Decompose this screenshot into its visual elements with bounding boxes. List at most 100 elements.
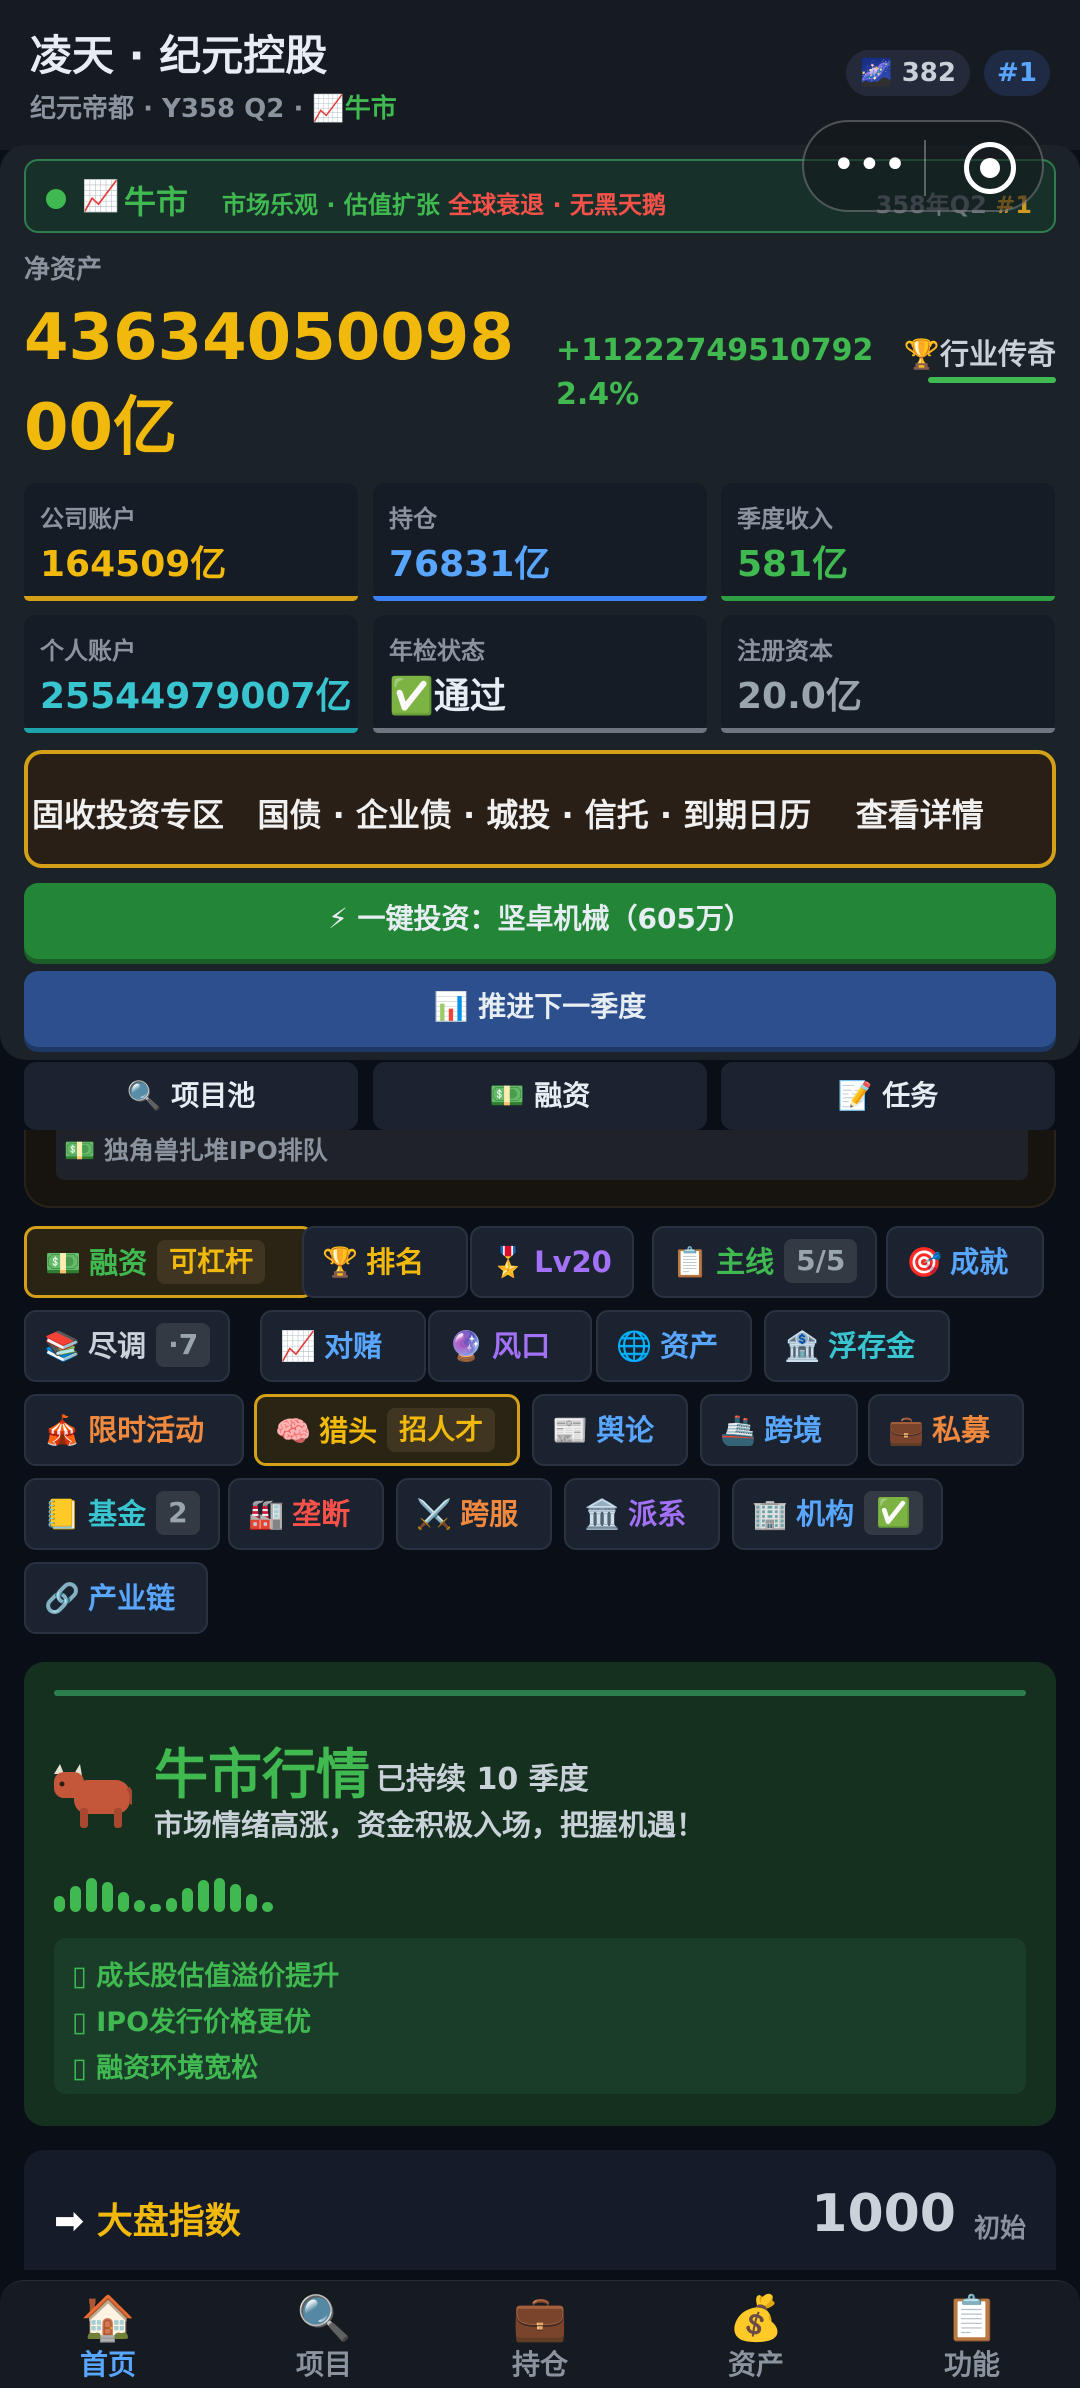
chip-label: 机构 [796, 1497, 855, 1531]
stars-badge[interactable]: 🌌 382 [846, 50, 970, 96]
index-value: 1000 [811, 2184, 956, 2244]
chip-badge: 可杠杆 [157, 1240, 266, 1284]
stat-card[interactable]: 持仓 76831亿 [373, 483, 707, 601]
quick-invest-button[interactable]: ⚡ 一键投资：坚卓机械（605万） [24, 883, 1056, 959]
chip-label: 资产 [660, 1329, 719, 1363]
briefcase-icon: 💼 [512, 2293, 568, 2344]
chip-headhunter[interactable]: 🧠 猎头 招人才 [254, 1394, 520, 1466]
nav-projects[interactable]: 🔍 项目 [216, 2293, 432, 2388]
stat-underline [373, 728, 707, 733]
ipo-news-text[interactable]: 💵 独角兽扎堆IPO排队 [56, 1130, 1028, 1180]
industry-rank[interactable]: 🏆行业传奇 [904, 331, 1056, 373]
chip-private-equity[interactable]: 💼 私募 [868, 1394, 1024, 1466]
chip-cross-server[interactable]: ⚔️ 跨服 [396, 1478, 552, 1550]
search-icon: 🔍 [126, 1079, 162, 1112]
chip-achievements[interactable]: 🎯 成就 [886, 1226, 1044, 1298]
chip-badge: 招人才 [387, 1408, 496, 1452]
chip-level[interactable]: 🎖️ Lv20 [470, 1226, 634, 1298]
close-miniapp-icon[interactable] [964, 142, 1016, 194]
change-percent: 2.4% [556, 377, 640, 412]
chip-cross-border[interactable]: 🚢 跨境 [700, 1394, 858, 1466]
market-status: 牛市 [344, 94, 397, 124]
cash-icon: 💵 [489, 1079, 525, 1112]
nav-label: 项目 [295, 2348, 352, 2381]
due-diligence-icon: 📚 [44, 1329, 81, 1363]
trend-icon: 🔮 [448, 1329, 485, 1363]
chip-due-diligence[interactable]: 📚 尽调 ·7 [24, 1310, 231, 1382]
nav-label: 持仓 [511, 2348, 568, 2381]
stat-card[interactable]: 年检状态 ✅通过 [373, 615, 707, 733]
stat-label: 持仓 [389, 505, 437, 533]
tab-financing[interactable]: 💵 融资 [373, 1062, 707, 1130]
chip-industry-chain[interactable]: 🔗 产业链 [24, 1562, 208, 1634]
stat-card[interactable]: 注册资本 20.0亿 [721, 615, 1055, 733]
house-icon: 🏠 [80, 2293, 136, 2344]
miniapp-capsule[interactable]: ••• [802, 120, 1044, 212]
market-label: 牛市 [124, 183, 189, 221]
trophy-icon: 🏆 [903, 337, 940, 371]
stat-underline [721, 728, 1055, 733]
nav-home[interactable]: 🏠 首页 [0, 2293, 216, 2388]
chip-monopoly[interactable]: 🏭 垄断 [228, 1478, 384, 1550]
chip-label: 派系 [628, 1497, 687, 1531]
index-title-text: 大盘指数 [96, 2201, 241, 2242]
fund-icon: 📒 [44, 1497, 81, 1531]
chip-label: 基金 [88, 1497, 147, 1531]
nav-assets[interactable]: 💰 资产 [648, 2293, 864, 2388]
main-quest-icon: 📋 [672, 1245, 709, 1279]
view-details-link[interactable]: 查看详情 [856, 796, 984, 834]
market-tag: 全球衰退 [448, 191, 545, 219]
stat-card[interactable]: 个人账户 25544979007亿 [24, 615, 358, 733]
effect-text: 融资环境宽松 [96, 2053, 259, 2084]
chip-main-quest[interactable]: 📋 主线 5/5 [652, 1226, 878, 1298]
chip-vam[interactable]: 📈 对赌 [260, 1310, 426, 1382]
chip-ranking[interactable]: 🏆 排名 [302, 1226, 468, 1298]
stat-label: 年检状态 [389, 637, 485, 665]
bottom-nav: 🏠 首页 🔍 项目 💼 持仓 💰 资产 📋 功能 [0, 2280, 1080, 2388]
stat-card[interactable]: 季度收入 581亿 [721, 483, 1055, 601]
stat-underline [24, 596, 358, 601]
chip-float[interactable]: 🏦 浮存金 [764, 1310, 950, 1382]
chip-institution[interactable]: 🏢 机构 ✅ [732, 1478, 943, 1550]
chip-public-opinion[interactable]: 📰 舆论 [532, 1394, 688, 1466]
fixed-income-title: 固收投资专区 [32, 796, 225, 834]
bull-icon [54, 1764, 132, 1828]
chip-assets[interactable]: 🌐 资产 [596, 1310, 752, 1382]
chip-badge: 2 [156, 1491, 200, 1535]
tab-project-pool[interactable]: 🔍 项目池 [24, 1062, 358, 1130]
chip-label: 跨服 [460, 1497, 519, 1531]
nav-holdings[interactable]: 💼 持仓 [432, 2293, 648, 2388]
next-quarter-button[interactable]: 📊 推进下一季度 [24, 971, 1056, 1047]
nav-functions[interactable]: 📋 功能 [864, 2293, 1080, 2388]
clipboard-icon: 📋 [944, 2293, 1000, 2344]
chip-limited-event[interactable]: 🎪 限时活动 [24, 1394, 244, 1466]
institution-icon: 🏢 [752, 1497, 789, 1531]
chip-fund[interactable]: 📒 基金 2 [24, 1478, 220, 1550]
fixed-income-banner[interactable]: 固收投资专区 国债 · 企业债 · 城投 · 信托 · 到期日历 查看详情 [24, 750, 1056, 868]
chip-label: 产业链 [88, 1581, 176, 1615]
rank-badge[interactable]: #1 [984, 50, 1050, 96]
stat-value: 581亿 [737, 544, 849, 585]
assets-icon: 🌐 [616, 1329, 653, 1363]
market-index-card[interactable]: ➡ 大盘指数 1000 初始 [24, 2150, 1056, 2270]
period-label: Y358 Q2 [162, 94, 285, 124]
chip-label: 成就 [950, 1245, 1009, 1279]
more-icon[interactable]: ••• [832, 145, 909, 185]
chip-financing[interactable]: 💵 融资 可杠杆 [24, 1226, 314, 1298]
level-icon: 🎖️ [490, 1245, 527, 1279]
tab-tasks[interactable]: 📝 任务 [721, 1062, 1055, 1130]
public-opinion-icon: 📰 [552, 1413, 589, 1447]
chip-trend[interactable]: 🔮 风口 [428, 1310, 592, 1382]
chip-faction[interactable]: 🏛️ 派系 [564, 1478, 720, 1550]
stat-card[interactable]: 公司账户 164509亿 [24, 483, 358, 601]
list-item: ▯ 融资环境宽松 [72, 2053, 259, 2084]
chip-label: 浮存金 [828, 1329, 916, 1363]
market-tag: 市场乐观 [222, 191, 318, 219]
era-name: 纪元帝都 [30, 94, 135, 124]
stat-underline [373, 596, 707, 601]
tab-label: 融资 [534, 1079, 591, 1112]
stat-label: 公司账户 [40, 505, 136, 533]
memo-icon: 📝 [837, 1079, 873, 1112]
chip-label: Lv20 [534, 1245, 612, 1279]
achievements-icon: 🎯 [906, 1245, 943, 1279]
